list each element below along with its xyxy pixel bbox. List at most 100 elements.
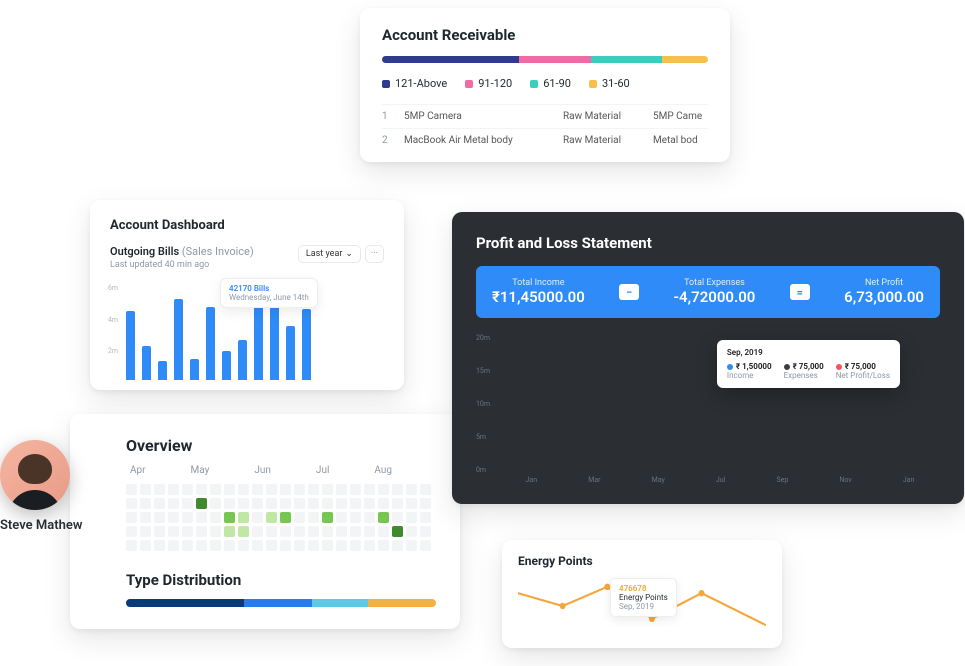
heat-cell[interactable] bbox=[294, 484, 305, 495]
legend-item[interactable]: 61-90 bbox=[530, 77, 571, 90]
heat-cell[interactable] bbox=[336, 526, 347, 537]
heat-cell[interactable] bbox=[252, 540, 263, 551]
heat-cell[interactable] bbox=[294, 526, 305, 537]
heat-cell[interactable] bbox=[294, 540, 305, 551]
heat-cell[interactable] bbox=[196, 526, 207, 537]
heat-cell[interactable] bbox=[224, 498, 235, 509]
heat-cell[interactable] bbox=[154, 484, 165, 495]
heat-cell[interactable] bbox=[210, 484, 221, 495]
heat-cell[interactable] bbox=[420, 512, 431, 523]
heat-cell[interactable] bbox=[126, 512, 137, 523]
heat-cell[interactable] bbox=[308, 484, 319, 495]
heat-cell[interactable] bbox=[154, 540, 165, 551]
heat-cell[interactable] bbox=[196, 540, 207, 551]
heat-cell[interactable] bbox=[168, 540, 179, 551]
heat-cell[interactable] bbox=[238, 540, 249, 551]
heat-cell[interactable] bbox=[364, 498, 375, 509]
heat-cell[interactable] bbox=[420, 526, 431, 537]
heat-cell[interactable] bbox=[140, 484, 151, 495]
heat-cell[interactable] bbox=[126, 484, 137, 495]
heat-cell[interactable] bbox=[252, 498, 263, 509]
timerange-dropdown[interactable]: Last year ⌄ bbox=[298, 245, 361, 263]
heat-cell[interactable] bbox=[210, 512, 221, 523]
bills-bar-chart[interactable]: 6m 4m 2m 42170 Bills Wednesday, June 14t… bbox=[110, 284, 384, 380]
heat-cell[interactable] bbox=[350, 512, 361, 523]
heat-cell[interactable] bbox=[196, 498, 207, 509]
heat-cell[interactable] bbox=[182, 484, 193, 495]
heat-cell[interactable] bbox=[224, 512, 235, 523]
legend-item[interactable]: 31-60 bbox=[589, 77, 630, 90]
heat-cell[interactable] bbox=[140, 512, 151, 523]
heat-cell[interactable] bbox=[420, 540, 431, 551]
heat-cell[interactable] bbox=[350, 526, 361, 537]
heat-cell[interactable] bbox=[280, 526, 291, 537]
heat-cell[interactable] bbox=[182, 498, 193, 509]
heat-cell[interactable] bbox=[154, 512, 165, 523]
heat-cell[interactable] bbox=[322, 512, 333, 523]
heat-cell[interactable] bbox=[392, 498, 403, 509]
heat-cell[interactable] bbox=[336, 498, 347, 509]
user-badge[interactable]: Steve Mathew bbox=[0, 440, 82, 533]
heat-cell[interactable] bbox=[238, 526, 249, 537]
heat-cell[interactable] bbox=[392, 484, 403, 495]
heat-cell[interactable] bbox=[280, 498, 291, 509]
heat-cell[interactable] bbox=[224, 526, 235, 537]
heat-cell[interactable] bbox=[308, 526, 319, 537]
heat-cell[interactable] bbox=[266, 484, 277, 495]
heat-cell[interactable] bbox=[266, 512, 277, 523]
heat-cell[interactable] bbox=[168, 512, 179, 523]
heat-cell[interactable] bbox=[336, 512, 347, 523]
heat-cell[interactable] bbox=[294, 512, 305, 523]
heat-cell[interactable] bbox=[406, 540, 417, 551]
heat-cell[interactable] bbox=[266, 540, 277, 551]
more-menu-button[interactable]: ··· bbox=[365, 245, 384, 263]
heat-cell[interactable] bbox=[364, 484, 375, 495]
heat-cell[interactable] bbox=[392, 540, 403, 551]
heat-cell[interactable] bbox=[210, 526, 221, 537]
pl-chart[interactable]: 20m 15m 10m 5m 0m Sep, 2019 ₹ 1,50000Inc… bbox=[476, 334, 940, 484]
heat-cell[interactable] bbox=[350, 484, 361, 495]
heat-cell[interactable] bbox=[196, 484, 207, 495]
heat-cell[interactable] bbox=[392, 512, 403, 523]
heat-cell[interactable] bbox=[182, 526, 193, 537]
heat-cell[interactable] bbox=[406, 484, 417, 495]
heat-cell[interactable] bbox=[336, 484, 347, 495]
heat-cell[interactable] bbox=[322, 484, 333, 495]
heat-cell[interactable] bbox=[252, 512, 263, 523]
legend-item[interactable]: 121-Above bbox=[382, 77, 447, 90]
heat-cell[interactable] bbox=[196, 512, 207, 523]
heat-cell[interactable] bbox=[392, 526, 403, 537]
heat-cell[interactable] bbox=[168, 484, 179, 495]
heat-cell[interactable] bbox=[406, 498, 417, 509]
heat-cell[interactable] bbox=[378, 540, 389, 551]
heat-cell[interactable] bbox=[378, 498, 389, 509]
heat-cell[interactable] bbox=[406, 512, 417, 523]
heat-cell[interactable] bbox=[420, 484, 431, 495]
heat-cell[interactable] bbox=[154, 526, 165, 537]
heat-cell[interactable] bbox=[294, 498, 305, 509]
heat-cell[interactable] bbox=[308, 512, 319, 523]
heat-cell[interactable] bbox=[280, 484, 291, 495]
heat-cell[interactable] bbox=[280, 512, 291, 523]
heat-cell[interactable] bbox=[224, 484, 235, 495]
heat-cell[interactable] bbox=[126, 526, 137, 537]
heat-cell[interactable] bbox=[126, 498, 137, 509]
heat-cell[interactable] bbox=[364, 512, 375, 523]
heat-cell[interactable] bbox=[182, 512, 193, 523]
heat-cell[interactable] bbox=[378, 526, 389, 537]
heat-cell[interactable] bbox=[154, 498, 165, 509]
table-row[interactable]: 2 MacBook Air Metal body Raw Material Me… bbox=[382, 128, 708, 152]
ep-chart[interactable]: 476678 Energy Points Sep, 2019 bbox=[518, 574, 766, 638]
heat-cell[interactable] bbox=[210, 498, 221, 509]
heat-cell[interactable] bbox=[308, 498, 319, 509]
heat-cell[interactable] bbox=[140, 526, 151, 537]
heat-cell[interactable] bbox=[364, 526, 375, 537]
heat-cell[interactable] bbox=[308, 540, 319, 551]
heat-cell[interactable] bbox=[238, 498, 249, 509]
heat-cell[interactable] bbox=[168, 498, 179, 509]
heat-cell[interactable] bbox=[280, 540, 291, 551]
heat-cell[interactable] bbox=[252, 484, 263, 495]
heat-cell[interactable] bbox=[266, 526, 277, 537]
heat-cell[interactable] bbox=[378, 512, 389, 523]
heatmap[interactable] bbox=[126, 484, 436, 551]
